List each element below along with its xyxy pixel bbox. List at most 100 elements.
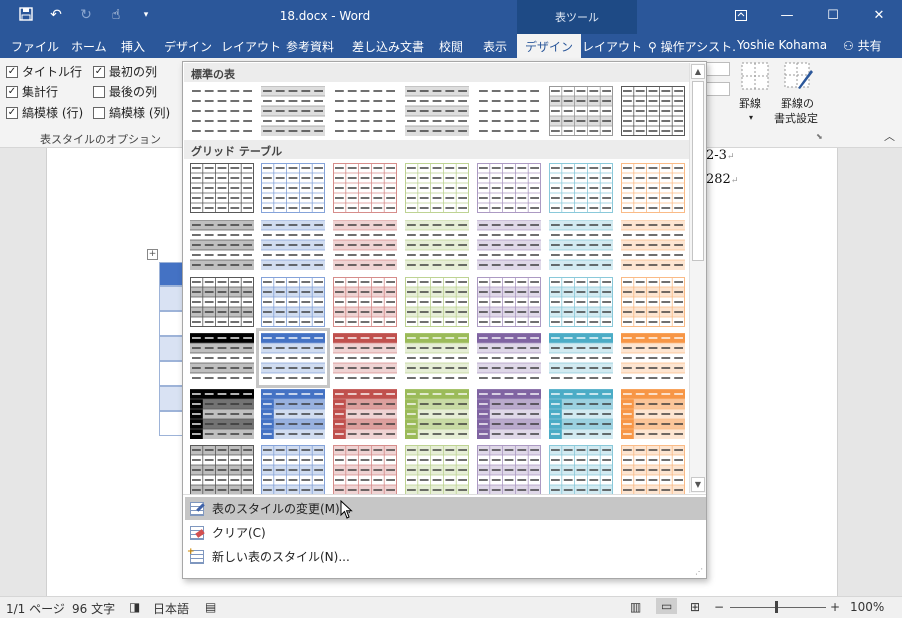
- plain-table-style-thumbnail[interactable]: [261, 86, 325, 136]
- option-total-row[interactable]: ✓ 集計行: [6, 83, 58, 100]
- close-icon[interactable]: ✕: [856, 0, 902, 30]
- grid-table-style-thumbnail[interactable]: [405, 445, 469, 495]
- plain-table-style-thumbnail[interactable]: [333, 86, 397, 136]
- tab-design[interactable]: デザイン: [164, 38, 212, 55]
- grid-table-style-thumbnail[interactable]: [477, 333, 541, 383]
- clear-table-style-item[interactable]: クリア(C): [185, 521, 706, 544]
- grid-table-style-thumbnail[interactable]: [405, 333, 469, 383]
- grid-table-style-thumbnail[interactable]: [190, 220, 254, 270]
- option-last-column[interactable]: 最後の列: [93, 83, 157, 100]
- tab-layout[interactable]: レイアウト: [221, 38, 281, 55]
- grid-table-style-thumbnail[interactable]: [621, 333, 685, 383]
- tab-insert[interactable]: 挿入: [121, 38, 145, 55]
- scroll-down-icon[interactable]: ▼: [691, 477, 705, 492]
- pen-style-dropdown[interactable]: [706, 62, 730, 76]
- option-banded-rows[interactable]: ✓ 縞模様 (行): [6, 104, 83, 121]
- plain-table-style-thumbnail[interactable]: [549, 86, 613, 136]
- modify-table-style-item[interactable]: 表のスタイルの変更(M)...: [185, 497, 706, 520]
- plain-table-style-thumbnail[interactable]: [405, 86, 469, 136]
- scrollbar-thumb[interactable]: [692, 81, 704, 261]
- minimize-icon[interactable]: —: [764, 0, 810, 30]
- table-cell[interactable]: [159, 336, 183, 361]
- checkbox[interactable]: ✓: [6, 65, 18, 78]
- grid-table-style-thumbnail[interactable]: [477, 389, 541, 439]
- checkbox[interactable]: ✓: [6, 106, 18, 119]
- grid-table-style-thumbnail[interactable]: [261, 163, 325, 213]
- grid-table-style-thumbnail[interactable]: [256, 328, 330, 388]
- grid-table-style-thumbnail[interactable]: [549, 333, 613, 383]
- grid-table-style-thumbnail[interactable]: [621, 277, 685, 327]
- plain-table-style-thumbnail[interactable]: [190, 86, 254, 136]
- grid-table-style-thumbnail[interactable]: [477, 277, 541, 327]
- maximize-icon[interactable]: ☐: [810, 0, 856, 30]
- tab-mailings[interactable]: 差し込み文書: [352, 38, 424, 55]
- option-first-column[interactable]: ✓ 最初の列: [93, 63, 157, 80]
- grid-table-style-thumbnail[interactable]: [333, 389, 397, 439]
- tell-me-box[interactable]: ⚲ 操作アシスト.: [648, 38, 736, 55]
- table-move-handle-icon[interactable]: +: [147, 249, 158, 260]
- grid-table-style-thumbnail[interactable]: [333, 333, 397, 383]
- word-count[interactable]: 96 文字: [72, 600, 115, 617]
- grid-table-style-thumbnail[interactable]: [477, 163, 541, 213]
- collapse-ribbon-icon[interactable]: ︿: [884, 128, 895, 144]
- grid-table-style-thumbnail[interactable]: [549, 277, 613, 327]
- gallery-scrollbar[interactable]: ▲ ▼: [689, 63, 706, 493]
- proofing-icon[interactable]: ◨: [129, 600, 140, 614]
- ribbon-display-icon[interactable]: [718, 0, 764, 30]
- resize-grip-icon[interactable]: ⋰: [695, 567, 703, 576]
- tab-view[interactable]: 表示: [483, 38, 507, 55]
- grid-table-style-thumbnail[interactable]: [477, 445, 541, 495]
- grid-table-style-thumbnail[interactable]: [261, 445, 325, 495]
- plain-table-style-thumbnail[interactable]: [621, 86, 685, 136]
- grid-table-style-thumbnail[interactable]: [621, 163, 685, 213]
- grid-table-style-thumbnail[interactable]: [549, 163, 613, 213]
- grid-table-style-thumbnail[interactable]: [190, 445, 254, 495]
- language[interactable]: 日本語: [153, 600, 189, 617]
- table-cell[interactable]: [159, 411, 183, 436]
- grid-table-style-thumbnail[interactable]: [477, 220, 541, 270]
- option-banded-columns[interactable]: 縞模様 (列): [93, 104, 170, 121]
- tab-references[interactable]: 参考資料: [286, 38, 334, 55]
- page-count[interactable]: 1/1 ページ: [6, 600, 65, 617]
- grid-table-style-thumbnail[interactable]: [621, 389, 685, 439]
- plain-table-style-thumbnail[interactable]: [477, 86, 541, 136]
- grid-table-style-thumbnail[interactable]: [621, 220, 685, 270]
- grid-table-style-thumbnail[interactable]: [405, 163, 469, 213]
- grid-table-style-thumbnail[interactable]: [261, 220, 325, 270]
- grid-table-style-thumbnail[interactable]: [190, 163, 254, 213]
- tab-table-design[interactable]: デザイン: [517, 34, 582, 58]
- grid-table-style-thumbnail[interactable]: [621, 445, 685, 495]
- zoom-out-button[interactable]: −: [714, 600, 724, 614]
- tab-table-layout[interactable]: レイアウト: [582, 38, 642, 55]
- pen-weight-dropdown[interactable]: [706, 82, 730, 96]
- option-header-row[interactable]: ✓ タイトル行: [6, 63, 82, 80]
- tab-home[interactable]: ホーム: [71, 38, 107, 55]
- grid-table-style-thumbnail[interactable]: [549, 220, 613, 270]
- grid-table-style-thumbnail[interactable]: [333, 445, 397, 495]
- grid-table-style-thumbnail[interactable]: [190, 333, 254, 383]
- zoom-slider-thumb[interactable]: [775, 601, 778, 613]
- print-layout-icon[interactable]: ▭: [656, 598, 678, 614]
- grid-table-style-thumbnail[interactable]: [549, 445, 613, 495]
- grid-table-style-thumbnail[interactable]: [405, 277, 469, 327]
- table-cell[interactable]: [159, 386, 183, 411]
- zoom-level[interactable]: 100%: [850, 600, 884, 614]
- table-cell[interactable]: [159, 361, 183, 386]
- tab-review[interactable]: 校閲: [439, 38, 463, 55]
- tab-file[interactable]: ファイル: [11, 38, 59, 55]
- macro-record-icon[interactable]: ▤: [205, 600, 216, 614]
- web-layout-icon[interactable]: ⊞: [690, 600, 700, 614]
- grid-table-style-thumbnail[interactable]: [333, 277, 397, 327]
- checkbox[interactable]: ✓: [93, 65, 105, 78]
- table-cell[interactable]: [159, 262, 183, 286]
- checkbox[interactable]: ✓: [6, 85, 18, 98]
- grid-table-style-thumbnail[interactable]: [549, 389, 613, 439]
- borders-button[interactable]: 罫線 ▾: [738, 62, 772, 126]
- grid-table-style-thumbnail[interactable]: [333, 163, 397, 213]
- scroll-up-icon[interactable]: ▲: [691, 64, 705, 79]
- user-name[interactable]: Yoshie Kohama: [737, 38, 827, 52]
- read-mode-icon[interactable]: ▥: [630, 600, 641, 614]
- border-painter-button[interactable]: 罫線の 書式設定: [774, 62, 824, 126]
- grid-table-style-thumbnail[interactable]: [261, 277, 325, 327]
- grid-table-style-thumbnail[interactable]: [405, 220, 469, 270]
